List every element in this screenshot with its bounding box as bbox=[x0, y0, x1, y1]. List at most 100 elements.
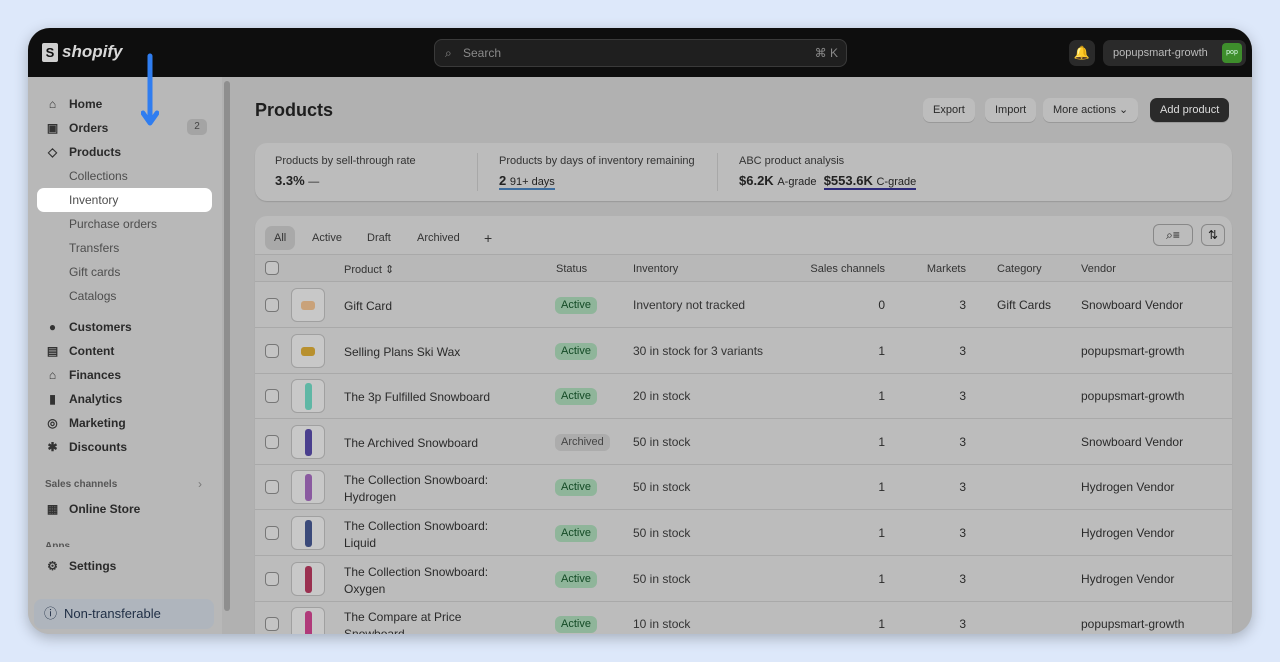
table-row[interactable]: The Compare at PriceSnowboard Active 10 … bbox=[255, 601, 1232, 634]
orders-badge: 2 bbox=[187, 119, 207, 135]
inbox-icon: ▣ bbox=[46, 121, 59, 135]
products-table-card: All Active Draft Archived + ⌕≡ ⇅ Product… bbox=[255, 216, 1232, 634]
sort-button[interactable]: ⇅ bbox=[1201, 224, 1225, 246]
gear-icon: ⚙ bbox=[47, 559, 58, 573]
add-view-button[interactable]: + bbox=[475, 226, 501, 250]
sidebar-item-collections[interactable]: Collections bbox=[69, 169, 128, 183]
row-checkbox[interactable] bbox=[265, 343, 279, 358]
vendor-cell: Hydrogen Vendor bbox=[1081, 480, 1175, 495]
row-checkbox[interactable] bbox=[265, 571, 279, 586]
metric-abc-analysis[interactable]: ABC product analysis $6.2K A-grade $553.6… bbox=[739, 155, 917, 190]
sidebar-item-catalogs[interactable]: Catalogs bbox=[69, 289, 116, 303]
sales-channels-cell: 1 bbox=[878, 571, 885, 586]
sidebar-item-transfers[interactable]: Transfers bbox=[69, 241, 119, 255]
divider bbox=[477, 153, 478, 191]
add-product-button[interactable]: Add product bbox=[1150, 98, 1230, 122]
product-name[interactable]: The Compare at PriceSnowboard bbox=[344, 609, 461, 634]
product-name[interactable]: The Collection Snowboard: Hydrogen bbox=[344, 472, 488, 506]
name-line: The Collection Snowboard: bbox=[344, 473, 489, 488]
product-image bbox=[305, 428, 312, 456]
export-button[interactable]: Export bbox=[923, 98, 975, 122]
col-inventory: Inventory bbox=[633, 263, 679, 275]
store-menu[interactable]: popupsmart-growth pop bbox=[1103, 40, 1246, 66]
product-name[interactable]: Selling Plans Ski Wax bbox=[344, 344, 460, 361]
select-all-checkbox[interactable] bbox=[265, 261, 279, 275]
sidebar-item-finances[interactable]: ⌂ Finances bbox=[46, 368, 121, 382]
vendor-cell: Hydrogen Vendor bbox=[1081, 571, 1175, 586]
shopify-logo[interactable]: Sshopify bbox=[42, 42, 122, 62]
table-row[interactable]: The Collection Snowboard: Oxygen Active 5… bbox=[255, 556, 1232, 602]
search-filter-button[interactable]: ⌕≡ bbox=[1153, 224, 1193, 246]
a-value: $6.2K bbox=[739, 173, 774, 188]
home-icon: ⌂ bbox=[48, 97, 57, 111]
table-row[interactable]: The 3p Fulfilled Snowboard Active 20 in … bbox=[255, 373, 1232, 420]
sidebar-scrollbar[interactable] bbox=[224, 81, 230, 611]
row-checkbox[interactable] bbox=[265, 434, 279, 449]
product-thumbnail bbox=[291, 379, 325, 414]
metric-sell-through[interactable]: Products by sell-through rate 3.3% — bbox=[275, 155, 416, 188]
row-checkbox[interactable] bbox=[265, 526, 279, 540]
tab-archived[interactable]: Archived bbox=[408, 226, 469, 250]
sidebar-item-marketing[interactable]: ◎ Marketing bbox=[46, 416, 125, 430]
metrics-card: Products by sell-through rate 3.3% — Prod… bbox=[255, 143, 1232, 201]
sales-channels-cell: 1 bbox=[878, 434, 885, 449]
chevron-right-icon[interactable]: › bbox=[198, 477, 202, 491]
product-name[interactable]: The Collection Snowboard: Liquid bbox=[344, 518, 488, 552]
store-name: popupsmart-growth bbox=[1113, 47, 1208, 59]
label: Customers bbox=[69, 320, 132, 334]
product-name[interactable]: Gift Card bbox=[344, 298, 392, 315]
row-checkbox[interactable] bbox=[265, 389, 279, 404]
sort-chevrons-icon: ⇕ bbox=[384, 264, 395, 276]
app-window: Sshopify ⌕ Search ⌘ K 🔔 popupsmart-growth p… bbox=[28, 28, 1252, 634]
table-row[interactable]: The Archived Snowboard Archived 50 in st… bbox=[255, 419, 1232, 465]
product-name[interactable]: The Collection Snowboard: Oxygen bbox=[344, 564, 488, 598]
sidebar-item-orders[interactable]: ▣ Orders bbox=[46, 121, 109, 135]
search-input[interactable]: ⌕ Search ⌘ K bbox=[434, 39, 847, 67]
label: Online Store bbox=[69, 502, 141, 516]
table-row[interactable]: Gift Card Active Inventory not tracked 0… bbox=[255, 282, 1232, 328]
avatar: pop bbox=[1222, 43, 1242, 63]
metric-title: Products by sell-through rate bbox=[275, 155, 416, 167]
search-placeholder: Search bbox=[463, 46, 502, 60]
more-actions-button[interactable]: More actions ⌄ bbox=[1043, 98, 1139, 122]
tab-all[interactable]: All bbox=[265, 226, 296, 250]
sidebar-item-gift-cards[interactable]: Gift cards bbox=[69, 265, 120, 279]
label: Finances bbox=[69, 368, 122, 382]
product-name[interactable]: The 3p Fulfilled Snowboard bbox=[344, 389, 490, 406]
row-checkbox[interactable] bbox=[265, 480, 279, 495]
sidebar-item-analytics[interactable]: ▮ Analytics bbox=[46, 392, 122, 406]
table-row[interactable]: The Collection Snowboard: Liquid Active 5… bbox=[255, 510, 1232, 556]
notifications-bell-icon[interactable]: 🔔 bbox=[1069, 40, 1095, 66]
product-name[interactable]: The Archived Snowboard bbox=[344, 435, 478, 452]
sidebar-item-discounts[interactable]: ✱ Discounts bbox=[46, 440, 127, 454]
sidebar-item-content[interactable]: ▤ Content bbox=[46, 344, 115, 358]
apps-heading[interactable]: Apps bbox=[45, 541, 70, 547]
sidebar-item-purchase-orders[interactable]: Purchase orders bbox=[69, 217, 157, 231]
product-thumbnail bbox=[291, 516, 325, 550]
sidebar-item-online-store[interactable]: ▦ Online Store bbox=[46, 502, 141, 516]
table-row[interactable]: Selling Plans Ski Wax Active 30 in stock… bbox=[255, 328, 1232, 374]
table-row[interactable]: The Collection Snowboard: Hydrogen Active… bbox=[255, 464, 1232, 511]
sidebar-item-settings[interactable]: ⚙ Settings bbox=[46, 559, 116, 573]
products-highlight bbox=[37, 188, 212, 212]
name-line: The 3p Fulfilled Snowboard bbox=[344, 390, 491, 405]
import-button[interactable]: Import bbox=[985, 98, 1037, 122]
row-checkbox[interactable] bbox=[265, 617, 279, 632]
vendor-cell: Snowboard Vendor bbox=[1081, 298, 1184, 312]
sidebar-item-customers[interactable]: ● Customers bbox=[46, 320, 132, 334]
sidebar-item-products[interactable]: ◇ Products bbox=[46, 145, 121, 159]
metric-days-inventory[interactable]: Products by days of inventory remaining 2… bbox=[499, 155, 695, 190]
tab-active[interactable]: Active bbox=[303, 226, 351, 250]
sales-channels-heading[interactable]: Sales channels bbox=[45, 479, 117, 490]
name-line: Snowboard bbox=[344, 626, 461, 634]
sidebar-item-home[interactable]: ⌂ Home bbox=[46, 97, 102, 111]
tag-icon: ◇ bbox=[47, 145, 58, 159]
metric-value: 2 bbox=[499, 173, 507, 188]
non-transferable-banner[interactable]: ⓘ Non-transferable bbox=[34, 599, 214, 629]
tab-draft[interactable]: Draft bbox=[358, 226, 400, 250]
row-checkbox[interactable] bbox=[265, 298, 279, 312]
col-product[interactable]: Product ⇕ bbox=[344, 263, 394, 276]
sidebar-item-inventory[interactable]: Inventory bbox=[69, 193, 118, 207]
product-thumbnail bbox=[291, 288, 325, 322]
main-content: Products Export Import More actions ⌄ Ad… bbox=[233, 77, 1252, 634]
